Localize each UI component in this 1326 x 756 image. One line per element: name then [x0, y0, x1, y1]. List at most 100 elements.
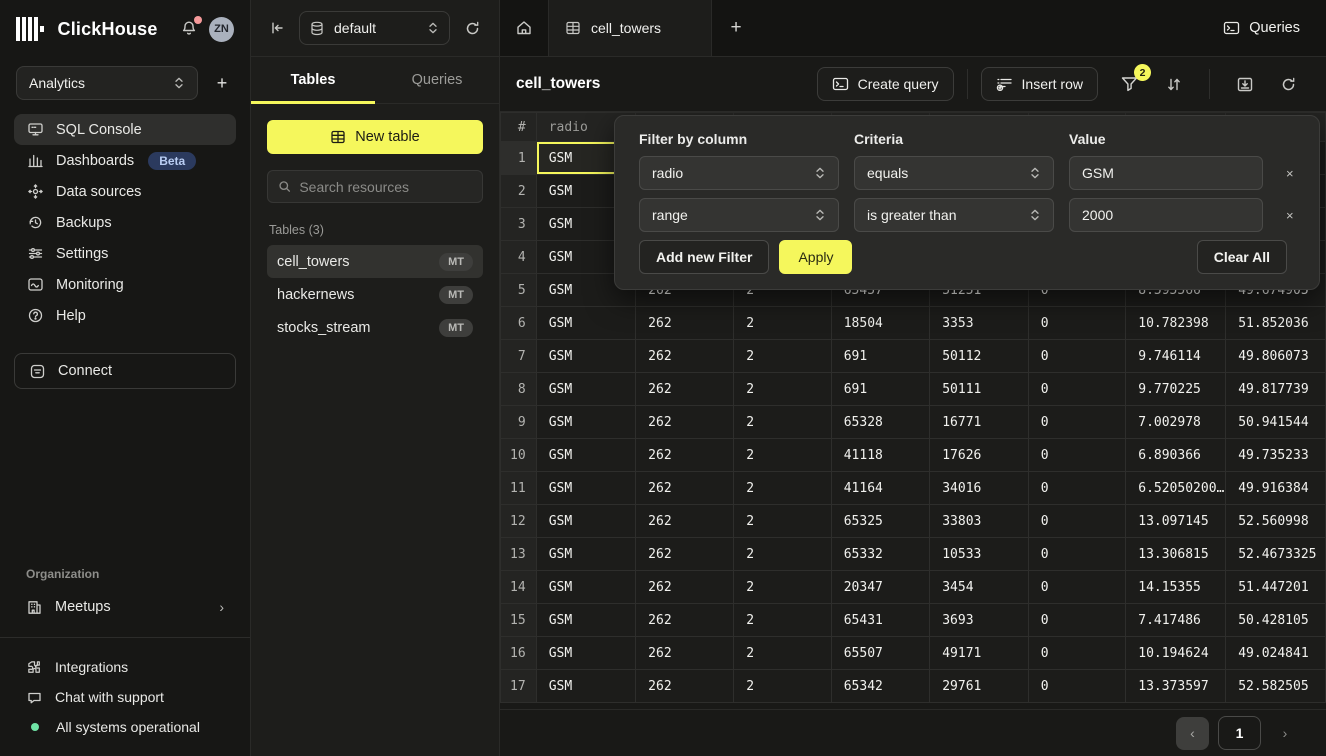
grid-cell[interactable]: 691	[831, 373, 930, 406]
grid-cell[interactable]: 52.582505	[1226, 670, 1326, 703]
grid-cell[interactable]: 65507	[831, 637, 930, 670]
insert-row-button[interactable]: Insert row	[981, 67, 1098, 101]
grid-cell[interactable]: 50.941544	[1226, 406, 1326, 439]
system-status[interactable]: All systems operational	[14, 712, 236, 742]
grid-cell[interactable]: 33803	[930, 505, 1029, 538]
grid-cell[interactable]: 6.890366	[1126, 439, 1226, 472]
grid-cell[interactable]: 65342	[831, 670, 930, 703]
grid-cell[interactable]: 49.817739	[1226, 373, 1326, 406]
grid-cell[interactable]: 262	[636, 307, 734, 340]
grid-cell[interactable]: 2	[734, 472, 832, 505]
sidebar-item-chat-support[interactable]: Chat with support	[14, 682, 236, 712]
remove-filter-icon[interactable]: ×	[1278, 204, 1302, 227]
column-header-num[interactable]: #	[501, 113, 537, 142]
grid-cell[interactable]: GSM	[536, 472, 635, 505]
avatar[interactable]: ZN	[209, 17, 234, 42]
table-item-cell_towers[interactable]: cell_towersMT	[267, 245, 483, 278]
grid-cell[interactable]: 3353	[930, 307, 1029, 340]
new-table-button[interactable]: New table	[267, 120, 483, 154]
new-tab-button[interactable]: +	[712, 0, 760, 56]
grid-cell[interactable]: 691	[831, 340, 930, 373]
grid-cell[interactable]: 262	[636, 406, 734, 439]
grid-cell[interactable]: GSM	[536, 505, 635, 538]
grid-cell[interactable]: GSM	[536, 538, 635, 571]
grid-cell[interactable]: GSM	[536, 373, 635, 406]
grid-cell[interactable]: 3693	[930, 604, 1029, 637]
grid-cell[interactable]: 262	[636, 571, 734, 604]
sidebar-item-data-sources[interactable]: Data sources	[14, 176, 236, 207]
grid-cell[interactable]: 2	[734, 406, 832, 439]
grid-cell[interactable]: 0	[1028, 307, 1126, 340]
grid-cell[interactable]: 0	[1028, 340, 1126, 373]
grid-cell[interactable]: 13.097145	[1126, 505, 1226, 538]
grid-cell[interactable]: 9.770225	[1126, 373, 1226, 406]
grid-cell[interactable]: 262	[636, 505, 734, 538]
grid-cell[interactable]: GSM	[536, 637, 635, 670]
grid-cell[interactable]: 65431	[831, 604, 930, 637]
grid-cell[interactable]: 13.306815	[1126, 538, 1226, 571]
refresh-table-icon[interactable]	[1274, 70, 1303, 99]
search-resources[interactable]	[267, 170, 483, 203]
grid-cell[interactable]: 0	[1028, 637, 1126, 670]
apply-filters-button[interactable]: Apply	[779, 240, 852, 274]
grid-cell[interactable]: GSM	[536, 670, 635, 703]
refresh-resources-icon[interactable]	[460, 16, 485, 41]
filter-column-select[interactable]: range	[639, 198, 839, 232]
sidebar-item-meetups[interactable]: Meetups ›	[14, 591, 236, 623]
grid-cell[interactable]: GSM	[536, 571, 635, 604]
table-item-hackernews[interactable]: hackernewsMT	[267, 278, 483, 311]
grid-cell[interactable]: 262	[636, 373, 734, 406]
search-resources-input[interactable]	[299, 179, 472, 195]
grid-cell[interactable]: 2	[734, 439, 832, 472]
remove-filter-icon[interactable]: ×	[1278, 162, 1302, 185]
collapse-left-icon[interactable]	[265, 16, 289, 40]
grid-cell[interactable]: 7.002978	[1126, 406, 1226, 439]
grid-cell[interactable]: 0	[1028, 505, 1126, 538]
grid-cell[interactable]: 2	[734, 604, 832, 637]
grid-cell[interactable]: 17626	[930, 439, 1029, 472]
grid-cell[interactable]: 52.560998	[1226, 505, 1326, 538]
database-selector[interactable]: default	[299, 11, 450, 45]
grid-cell[interactable]: 2	[734, 538, 832, 571]
tab-tables[interactable]: Tables	[251, 57, 375, 103]
sidebar-item-monitoring[interactable]: Monitoring	[14, 269, 236, 300]
grid-cell[interactable]: GSM	[536, 340, 635, 373]
grid-cell[interactable]: 13.373597	[1126, 670, 1226, 703]
tab-queries[interactable]: Queries	[375, 57, 499, 103]
download-icon[interactable]	[1230, 70, 1260, 99]
grid-cell[interactable]: GSM	[536, 604, 635, 637]
filter-value-input[interactable]: GSM	[1069, 156, 1263, 190]
tab-cell-towers[interactable]: cell_towers	[549, 0, 712, 56]
grid-cell[interactable]: 0	[1028, 670, 1126, 703]
grid-cell[interactable]: 262	[636, 670, 734, 703]
grid-cell[interactable]: 262	[636, 604, 734, 637]
filter-criteria-select[interactable]: equals	[854, 156, 1054, 190]
sidebar-item-integrations[interactable]: Integrations	[14, 652, 236, 682]
filter-criteria-select[interactable]: is greater than	[854, 198, 1054, 232]
sidebar-item-help[interactable]: Help	[14, 300, 236, 331]
grid-cell[interactable]: 2	[734, 637, 832, 670]
previous-page-button[interactable]: ‹	[1176, 717, 1209, 750]
grid-cell[interactable]: 2	[734, 571, 832, 604]
grid-cell[interactable]: 2	[734, 373, 832, 406]
grid-cell[interactable]: 0	[1028, 604, 1126, 637]
grid-cell[interactable]: GSM	[536, 307, 635, 340]
grid-cell[interactable]: 0	[1028, 472, 1126, 505]
add-new-filter-button[interactable]: Add new Filter	[639, 240, 769, 274]
filter-icon[interactable]: 2	[1114, 69, 1145, 99]
grid-cell[interactable]: 262	[636, 439, 734, 472]
grid-cell[interactable]: 50.428105	[1226, 604, 1326, 637]
sidebar-item-backups[interactable]: Backups	[14, 207, 236, 238]
grid-cell[interactable]: 65332	[831, 538, 930, 571]
home-icon[interactable]	[500, 0, 549, 56]
create-query-button[interactable]: Create query	[817, 67, 954, 101]
grid-cell[interactable]: 2	[734, 505, 832, 538]
workspace-selector[interactable]: Analytics	[16, 66, 198, 100]
connect-button[interactable]: Connect	[14, 353, 236, 389]
grid-cell[interactable]: 51.852036	[1226, 307, 1326, 340]
add-workspace-button[interactable]: +	[210, 71, 234, 95]
grid-cell[interactable]: 0	[1028, 538, 1126, 571]
grid-cell[interactable]: 14.15355	[1126, 571, 1226, 604]
grid-cell[interactable]: 29761	[930, 670, 1029, 703]
grid-cell[interactable]: 0	[1028, 439, 1126, 472]
